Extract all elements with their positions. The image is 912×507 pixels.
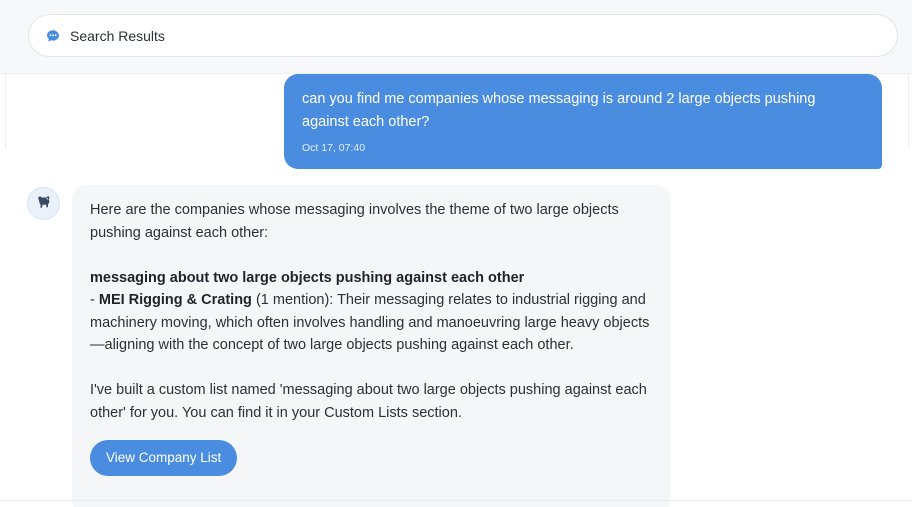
search-results-bar[interactable]: Search Results xyxy=(28,14,898,57)
custom-list-note: I've built a custom list named 'messagin… xyxy=(90,382,647,421)
assistant-intro-text: Here are the companies whose messaging i… xyxy=(90,202,619,241)
assistant-message-bubble: Here are the companies whose messaging i… xyxy=(72,185,670,507)
company-list-item: - MEI Rigging & Crating (1 mention): The… xyxy=(90,289,652,357)
left-divider xyxy=(0,74,6,149)
assistant-avatar xyxy=(27,187,60,220)
bottom-divider xyxy=(0,500,912,501)
chat-page: Search Results can you find me companies… xyxy=(0,0,912,507)
chat-bubble-icon xyxy=(45,28,61,44)
user-message-timestamp: Oct 17, 07:40 xyxy=(302,142,366,154)
header-bar: Search Results xyxy=(0,0,912,74)
right-divider xyxy=(908,74,912,149)
item-prefix: - xyxy=(90,292,99,308)
user-message-bubble: can you find me companies whose messagin… xyxy=(284,74,882,169)
search-results-label: Search Results xyxy=(70,27,165,44)
section-heading: messaging about two large objects pushin… xyxy=(90,269,525,286)
user-message-text: can you find me companies whose messagin… xyxy=(302,91,816,130)
mention-count: (1 mention) xyxy=(255,292,330,308)
view-company-list-button[interactable]: View Company List xyxy=(90,440,238,476)
company-name: MEI Rigging & Crating xyxy=(98,292,252,308)
dog-icon xyxy=(35,192,53,215)
